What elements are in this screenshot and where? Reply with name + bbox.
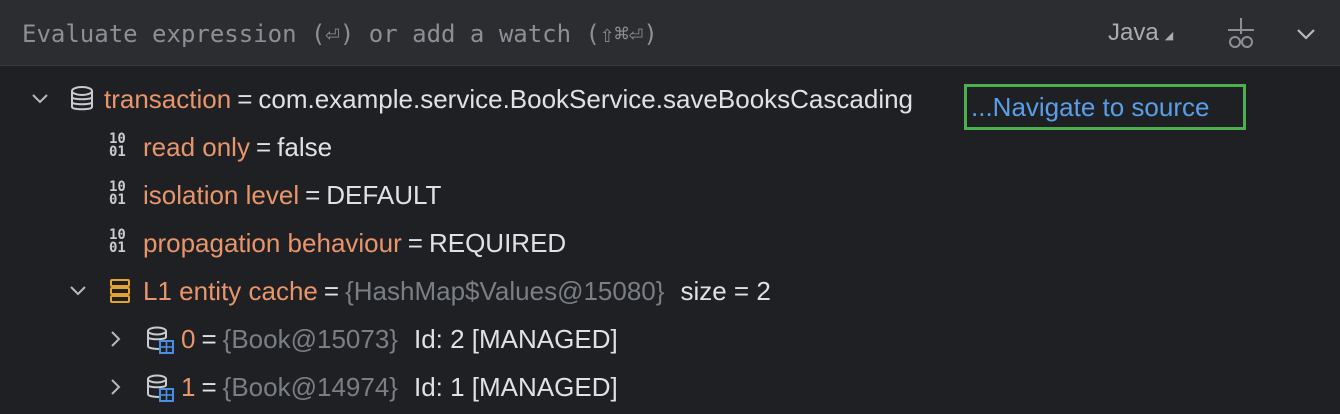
entity-1-text: 1 = {Book@14974} Id: 1 [MANAGED] <box>181 363 618 411</box>
object-reference: {Book@14974} <box>222 371 398 402</box>
tree-row-entity-0[interactable]: 0 = {Book@15073} Id: 2 [MANAGED] <box>0 315 1340 363</box>
variable-value: false <box>277 131 333 162</box>
evaluate-expression-input[interactable] <box>22 14 1082 54</box>
variable-value: REQUIRED <box>428 227 567 258</box>
variable-value: size = 2 <box>680 275 771 306</box>
binary-value-icon: 10 01 <box>109 179 126 208</box>
equals-sign: = <box>305 179 321 210</box>
equals-sign: = <box>237 83 253 114</box>
database-table-icon <box>145 325 174 354</box>
variable-value: DEFAULT <box>326 179 442 210</box>
tree-row-isolation-level[interactable]: 10 01 isolation level = DEFAULT <box>0 171 1340 219</box>
transaction-text: transaction = com.example.service.BookSe… <box>104 75 913 123</box>
binary-value-icon: 10 01 <box>109 131 126 160</box>
tree-row-propagation-behaviour[interactable]: 10 01 propagation behaviour = REQUIRED <box>0 219 1340 267</box>
variable-value: Id: 1 [MANAGED] <box>413 371 618 402</box>
equals-sign: = <box>323 275 340 306</box>
database-icon <box>68 85 96 113</box>
isolation-level-text: isolation level = DEFAULT <box>143 171 441 219</box>
variable-name: 1 <box>181 371 196 402</box>
equals-sign: = <box>201 371 217 402</box>
variable-name: read only <box>143 131 250 162</box>
equals-sign: = <box>255 131 272 162</box>
dropdown-triangle-icon: ◢ <box>1164 29 1174 42</box>
variable-name: transaction <box>104 83 232 114</box>
tree-row-l1-entity-cache[interactable]: L1 entity cache = {HashMap$Values@15080}… <box>0 267 1340 315</box>
variable-value: com.example.service.BookService.saveBook… <box>258 83 914 114</box>
list-stack-icon <box>107 277 135 305</box>
tree-row-read-only[interactable]: 10 01 read only = false <box>0 123 1340 171</box>
variable-name: propagation behaviour <box>143 227 402 258</box>
database-table-icon <box>145 373 174 402</box>
language-selector[interactable]: Java ◢ <box>1108 18 1173 48</box>
language-label: Java <box>1108 19 1159 46</box>
chevron-expanded-icon[interactable] <box>66 279 90 303</box>
l1-entity-cache-text: L1 entity cache = {HashMap$Values@15080}… <box>143 267 771 315</box>
read-only-text: read only = false <box>143 123 332 171</box>
propagation-behaviour-text: propagation behaviour = REQUIRED <box>143 219 566 267</box>
evaluate-toolbar: Java ◢ <box>0 0 1340 66</box>
chevron-down-icon[interactable] <box>1292 20 1320 48</box>
variable-name: L1 entity cache <box>143 275 318 306</box>
equals-sign: = <box>201 323 217 354</box>
add-watch-icon[interactable] <box>1224 16 1258 50</box>
variable-value: Id: 2 [MANAGED] <box>413 323 618 354</box>
object-reference: {HashMap$Values@15080} <box>345 275 665 306</box>
chevron-expanded-icon[interactable] <box>28 87 52 111</box>
equals-sign: = <box>407 227 423 258</box>
variable-name: 0 <box>181 323 196 354</box>
navigate-to-source-link[interactable]: ...Navigate to source <box>971 92 1209 123</box>
binary-value-icon: 10 01 <box>109 227 126 256</box>
entity-0-text: 0 = {Book@15073} Id: 2 [MANAGED] <box>181 315 618 363</box>
object-reference: {Book@15073} <box>222 323 398 354</box>
tree-row-entity-1[interactable]: 1 = {Book@14974} Id: 1 [MANAGED] <box>0 363 1340 411</box>
chevron-collapsed-icon[interactable] <box>104 327 128 351</box>
variable-name: isolation level <box>143 179 300 210</box>
chevron-collapsed-icon[interactable] <box>104 375 128 399</box>
tree-row-transaction[interactable]: transaction = com.example.service.BookSe… <box>0 75 1340 130</box>
